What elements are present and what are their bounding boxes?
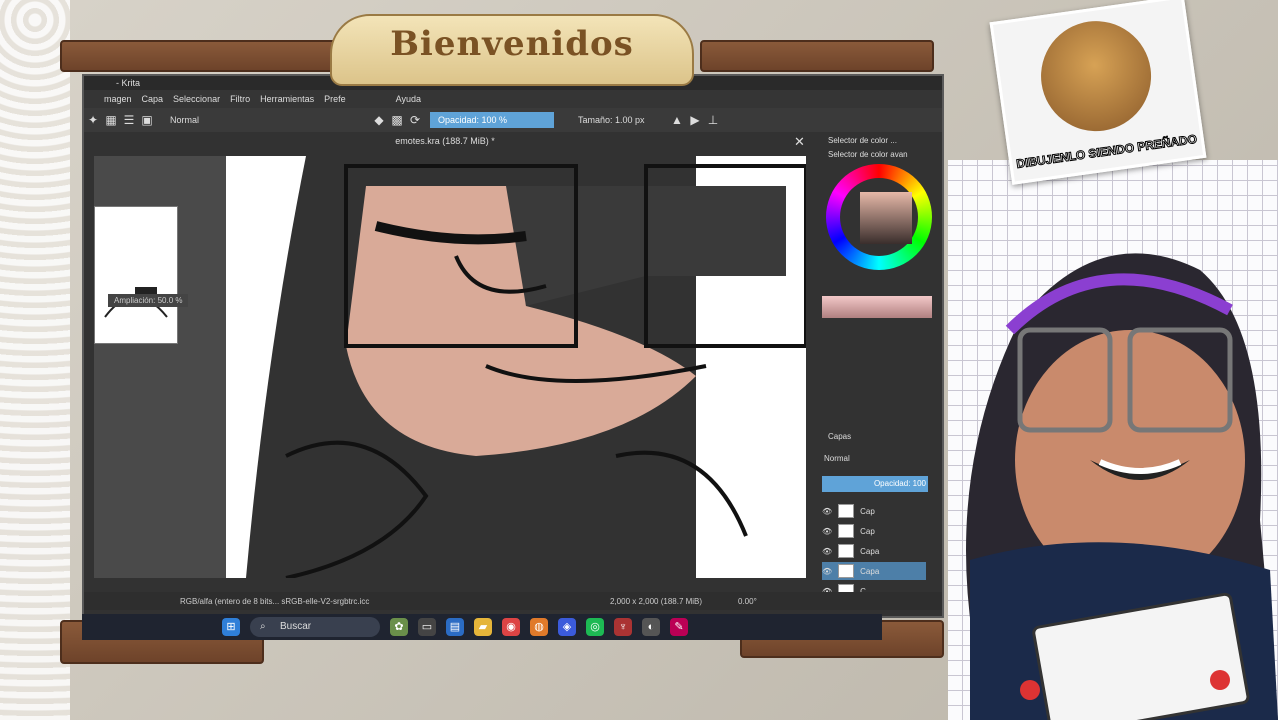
eye-icon[interactable]: 👁 (822, 527, 832, 536)
lemur-image (1033, 14, 1159, 139)
app-icon[interactable]: ♆ (614, 618, 632, 636)
store-icon[interactable]: ▤ (446, 618, 464, 636)
wood-frame-top-left (60, 40, 364, 72)
brush-preset-icon[interactable]: ✦ (84, 111, 102, 129)
menu-herramientas[interactable]: Herramientas (260, 94, 314, 104)
menu-imagen[interactable]: magen (104, 94, 132, 104)
reset-icon[interactable]: ⟳ (406, 111, 424, 129)
layer-opacity-slider[interactable]: Opacidad: 100 (822, 476, 928, 492)
zoom-tooltip: Ampliación: 50.0 % (108, 294, 189, 307)
menu-filtro[interactable]: Filtro (230, 94, 250, 104)
app-icon[interactable]: ◈ (558, 618, 576, 636)
blend-mode-select[interactable]: Normal (170, 115, 370, 125)
obs-icon[interactable]: ◐ (642, 618, 660, 636)
file-explorer-icon[interactable]: ▰ (474, 618, 492, 636)
krita-window: - Krita magen Capa Seleccionar Filtro He… (82, 74, 944, 618)
menu-ayuda[interactable]: Ayuda (396, 94, 421, 104)
settings-icon[interactable]: ☰ (120, 111, 138, 129)
close-icon[interactable]: ✕ (794, 134, 805, 150)
reference-thumbnail (94, 206, 178, 344)
color-selector-subtitle: Selector de color avan (828, 150, 908, 159)
layer-item[interactable]: 👁 Cap (822, 522, 926, 540)
search-label: Buscar (280, 621, 312, 632)
rotation-status: 0.00° (738, 596, 757, 606)
firefox-icon[interactable]: ◍ (530, 618, 548, 636)
eraser-icon[interactable]: ◆ (370, 111, 388, 129)
menu-preferencias[interactable]: Prefe (324, 94, 346, 104)
mirror-icon[interactable]: ▲ (668, 111, 686, 129)
color-history-swatches[interactable] (822, 296, 932, 318)
layer-name: Cap (860, 506, 875, 516)
welcome-banner: Bienvenidos (330, 14, 694, 86)
color-selector-title: Selector de color ... (828, 136, 897, 145)
krita-icon[interactable]: ✎ (670, 618, 688, 636)
alpha-lock-icon[interactable]: ▩ (388, 111, 406, 129)
canvas-area[interactable]: Ampliación: 50.0 % (94, 156, 806, 578)
spotify-icon[interactable]: ◎ (586, 618, 604, 636)
right-dock: Selector de color ... Selector de color … (812, 134, 938, 604)
layer-thumbnail (838, 564, 855, 578)
chrome-icon[interactable]: ◉ (502, 618, 520, 636)
gradient-icon[interactable]: ▣ (138, 111, 156, 129)
menu-seleccionar[interactable]: Seleccionar (173, 94, 220, 104)
layer-thumbnail (838, 504, 855, 518)
lace-border-left (0, 0, 70, 720)
eye-icon[interactable]: 👁 (822, 547, 832, 556)
menu-capa[interactable]: Capa (142, 94, 164, 104)
pattern-icon[interactable]: ▦ (102, 111, 120, 129)
color-square[interactable] (860, 192, 912, 244)
layer-thumbnail (838, 544, 855, 558)
brush-size-slider[interactable]: Tamaño: 1.00 px (578, 115, 668, 125)
layer-name: Capa (860, 546, 880, 556)
wood-frame-top-right (700, 40, 934, 72)
task-view-icon[interactable]: ▭ (418, 618, 436, 636)
character-drawing (226, 156, 806, 578)
layer-item[interactable]: 👁 Cap (822, 502, 926, 520)
layer-item[interactable]: 👁 Capa (822, 542, 926, 560)
crop-icon[interactable]: ⊥ (704, 111, 722, 129)
windows-taskbar: ⊞ ⌕ Buscar ✿ ▭ ▤ ▰ ◉ ◍ ◈ ◎ ♆ ◐ ✎ (82, 614, 882, 640)
eye-icon[interactable]: 👁 (822, 507, 832, 516)
play-icon[interactable]: ▶ (686, 111, 704, 129)
menu-bar: magen Capa Seleccionar Filtro Herramient… (84, 90, 942, 108)
image-size-status: 2,000 x 2,000 (188.7 MiB) (610, 596, 703, 606)
status-bar: RGB/alfa (entero de 8 bits... sRGB-elle-… (84, 592, 942, 610)
taskbar-search[interactable]: ⌕ Buscar (250, 617, 380, 637)
widgets-icon[interactable]: ✿ (390, 618, 408, 636)
opacity-slider[interactable]: Opacidad: 100 % (430, 112, 554, 128)
tool-options-bar: ✦ ▦ ☰ ▣ Normal ◆ ▩ ⟳ Opacidad: 100 % Tam… (84, 108, 942, 132)
document-tab-title[interactable]: emotes.kra (188.7 MiB) * (84, 134, 806, 148)
thumbnail-sketch (104, 287, 168, 318)
layer-name: Cap (860, 526, 875, 536)
meme-sticker: DIBUJENLO SIENDO PREÑADO (989, 0, 1207, 185)
eye-icon[interactable]: 👁 (822, 567, 832, 576)
layer-blend-mode[interactable]: Normal (824, 454, 850, 463)
layer-thumbnail (838, 524, 855, 538)
layer-name: Capa (860, 566, 880, 576)
vtuber-avatar (966, 253, 1278, 720)
search-icon: ⌕ (260, 621, 266, 632)
drawing-canvas[interactable] (226, 156, 806, 578)
color-profile-status: RGB/alfa (entero de 8 bits... sRGB-elle-… (180, 596, 370, 606)
banner-text: Bienvenidos (390, 24, 634, 64)
layer-item-selected[interactable]: 👁 Capa (822, 562, 926, 580)
start-icon[interactable]: ⊞ (222, 618, 240, 636)
